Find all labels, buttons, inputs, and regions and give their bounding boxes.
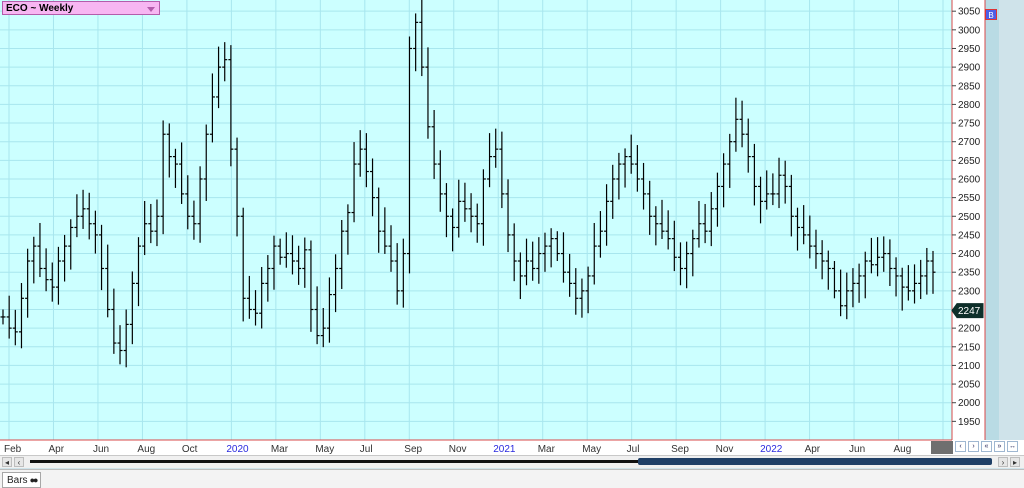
x-tick-label: 2021: [493, 444, 516, 455]
pin-badge-icon[interactable]: B: [985, 9, 997, 20]
x-tick-label: Oct: [182, 444, 198, 455]
y-tick-label: 2900: [958, 63, 981, 74]
y-tick-label: 1950: [958, 417, 981, 428]
right-margin-panel: [985, 0, 999, 440]
chart-type-label: Bars: [7, 475, 28, 486]
chart-type-dots-icon: ●●: [29, 475, 39, 485]
y-tick-label: 2650: [958, 156, 981, 167]
x-tick-label: Nov: [449, 444, 467, 455]
scroll-last-icon[interactable]: ▸: [1010, 457, 1020, 467]
y-tick-label: 2000: [958, 398, 981, 409]
y-tick-label: 2050: [958, 380, 981, 391]
fit-icon[interactable]: ↔: [1007, 441, 1018, 452]
horizontal-scrollbar[interactable]: ◂ ‹ › ▸: [0, 455, 1024, 468]
y-tick-label: 2100: [958, 361, 981, 372]
dropdown-arrow-icon[interactable]: [147, 7, 155, 12]
chart-type-tab[interactable]: Bars ●●: [2, 472, 42, 488]
zoom-in-icon[interactable]: ›: [968, 441, 979, 452]
scroll-next-icon[interactable]: ›: [998, 457, 1008, 467]
symbol-title: ECO ~ Weekly: [6, 3, 74, 14]
y-tick-label: 2550: [958, 193, 981, 204]
x-tick-label: Jun: [849, 444, 865, 455]
chart-window: 1950200020502100215022002250230023502400…: [0, 0, 1024, 488]
y-tick-label: 2950: [958, 44, 981, 55]
x-tick-label: Aug: [894, 444, 912, 455]
x-tick-label: 2022: [760, 444, 783, 455]
y-tick-label: 3000: [958, 25, 981, 36]
zoom-out-icon[interactable]: ‹: [955, 441, 966, 452]
x-tick-label: May: [315, 444, 334, 455]
scroll-thumb[interactable]: [638, 458, 992, 465]
status-bar: Bars ●●: [0, 469, 1024, 488]
price-chart[interactable]: 1950200020502100215022002250230023502400…: [0, 0, 1024, 487]
y-tick-label: 2150: [958, 342, 981, 353]
scroll-first-icon[interactable]: ◂: [2, 457, 12, 467]
y-tick-label: 2800: [958, 100, 981, 111]
x-tick-label: Mar: [538, 444, 556, 455]
time-axis-current-marker: [931, 441, 953, 454]
y-tick-label: 2200: [958, 324, 981, 335]
x-tick-label: May: [582, 444, 601, 455]
y-tick-label: 2400: [958, 249, 981, 260]
x-tick-label: Aug: [137, 444, 155, 455]
x-tick-label: Sep: [404, 444, 422, 455]
y-tick-label: 2700: [958, 137, 981, 148]
x-tick-label: Apr: [48, 444, 64, 455]
y-tick-label: 2500: [958, 212, 981, 223]
scroll-prev-icon[interactable]: ‹: [14, 457, 24, 467]
x-tick-label: 2020: [226, 444, 249, 455]
y-tick-label: 2450: [958, 230, 981, 241]
x-tick-label: Jul: [627, 444, 640, 455]
x-tick-label: Feb: [4, 444, 22, 455]
y-tick-label: 2850: [958, 81, 981, 92]
x-tick-label: Nov: [716, 444, 734, 455]
x-tick-label: Sep: [671, 444, 689, 455]
scroll-left-icon[interactable]: «: [981, 441, 992, 452]
last-price-tag: 2247: [951, 303, 984, 319]
y-tick-label: 2600: [958, 174, 981, 185]
y-tick-label: 2350: [958, 268, 981, 279]
x-tick-label: Jun: [93, 444, 109, 455]
x-tick-label: Mar: [271, 444, 289, 455]
last-price-value: 2247: [958, 306, 981, 317]
scroll-right-icon[interactable]: »: [994, 441, 1005, 452]
y-tick-label: 2300: [958, 286, 981, 297]
symbol-selector[interactable]: ECO ~ Weekly: [2, 1, 160, 15]
x-tick-label: Jul: [360, 444, 373, 455]
x-tick-label: Apr: [805, 444, 821, 455]
y-tick-label: 2750: [958, 119, 981, 130]
y-tick-label: 3050: [958, 7, 981, 18]
